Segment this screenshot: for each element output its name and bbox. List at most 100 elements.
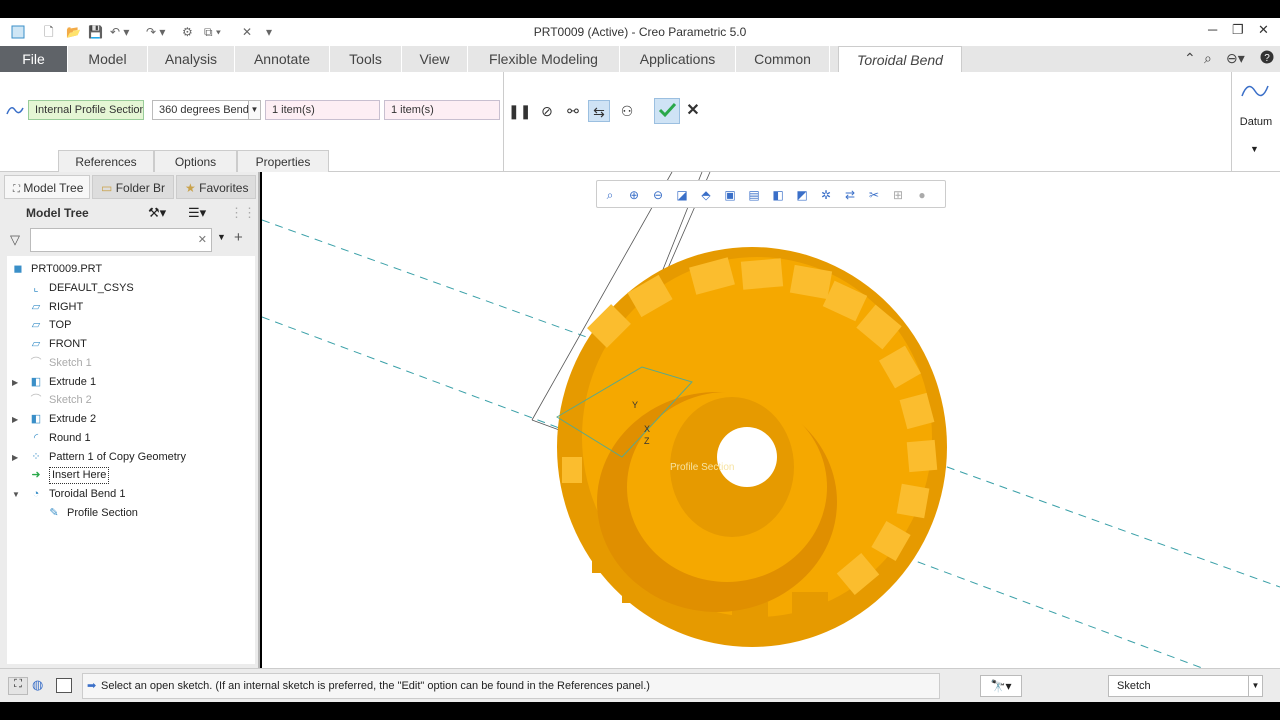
- tab-annotate[interactable]: Annotate: [235, 46, 330, 72]
- extrude-icon: ◧: [30, 375, 42, 388]
- pause-icon[interactable]: ❚❚: [508, 100, 531, 122]
- chevron-down-icon[interactable]: ▼: [1248, 676, 1262, 696]
- tree-item-label: Insert Here: [49, 467, 110, 485]
- tree-item-label: Pattern 1 of Copy Geometry: [49, 450, 186, 463]
- tab-flexible-modeling[interactable]: Flexible Modeling: [468, 46, 620, 72]
- axis-label-z: Z: [644, 436, 650, 446]
- collapse-ribbon-icon[interactable]: ⌃: [1184, 50, 1196, 67]
- minimize-icon[interactable]: ─: [1208, 22, 1217, 37]
- tab-applications[interactable]: Applications: [620, 46, 736, 72]
- display-style-icon[interactable]: ▣: [721, 186, 739, 204]
- tab-folder-browser-label: Folder Br: [115, 181, 166, 195]
- full-screen-icon[interactable]: [56, 678, 72, 693]
- view-manager-icon[interactable]: ◧: [769, 186, 787, 204]
- confirm-icon[interactable]: [654, 98, 680, 124]
- annotation-icon[interactable]: ⊞: [889, 186, 907, 204]
- datum-plane-icon: ▱: [31, 319, 41, 332]
- tab-common[interactable]: Common: [736, 46, 830, 72]
- glasses-icon[interactable]: ⚇: [616, 100, 638, 122]
- window-title: PRT0009 (Active) - Creo Parametric 5.0: [533, 25, 747, 39]
- chevron-down-icon[interactable]: ▼: [248, 101, 260, 119]
- tree-item-label: DEFAULT_CSYS: [49, 281, 134, 294]
- bend-angle-select[interactable]: 360 degrees Bend ▼: [152, 100, 261, 120]
- clear-icon[interactable]: ✕: [198, 233, 207, 246]
- tree-item-label: Extrude 1: [49, 375, 97, 388]
- tab-favorites[interactable]: ★ Favorites: [176, 175, 256, 199]
- help-icon[interactable]: ⊖▾: [1226, 50, 1245, 67]
- no-preview-icon[interactable]: ⊘: [536, 100, 558, 122]
- zoom-in-icon[interactable]: ⊕: [625, 186, 643, 204]
- feature-dashboard: Internal Profile Section 360 degrees Ben…: [0, 72, 1280, 172]
- screen-bottom-bar: [0, 702, 1280, 720]
- zoom-out-icon[interactable]: ⊖: [649, 186, 667, 204]
- tab-tools[interactable]: Tools: [330, 46, 402, 72]
- search-input[interactable]: ✕: [30, 228, 212, 252]
- find-icon[interactable]: 🔭▾: [980, 675, 1022, 697]
- appearance-icon[interactable]: ●: [913, 186, 931, 204]
- datum-plane-icon: ▱: [31, 300, 41, 313]
- collapse-icon[interactable]: ▼: [12, 485, 20, 504]
- browser-toggle-icon[interactable]: ◍: [32, 677, 43, 693]
- tab-view[interactable]: View: [402, 46, 468, 72]
- filter-icon[interactable]: ▽: [10, 232, 20, 248]
- section-icon[interactable]: ◩: [793, 186, 811, 204]
- ribbon-tabs: File Model Analysis Annotate Tools View …: [0, 46, 1280, 73]
- restore-icon[interactable]: ❐: [1232, 22, 1244, 38]
- axis-label-x: X: [644, 424, 650, 434]
- datum-label[interactable]: Datum: [1238, 116, 1274, 128]
- refit-icon[interactable]: ⌕: [601, 186, 619, 204]
- chevron-down-icon[interactable]: ▼: [1250, 144, 1259, 154]
- insert-arrow-icon: ➜: [31, 469, 41, 482]
- annotation-display-icon[interactable]: ⇄: [841, 186, 859, 204]
- tab-toroidal-bend[interactable]: Toroidal Bend: [838, 46, 962, 73]
- chevron-down-icon[interactable]: ▼: [217, 232, 226, 242]
- subtab-properties[interactable]: Properties: [237, 150, 329, 172]
- screen-top-bar: [0, 0, 1280, 18]
- profile-section-annotation: Profile Section: [670, 462, 734, 473]
- extrude-icon: ◧: [30, 413, 42, 425]
- expand-icon[interactable]: ▶: [12, 410, 18, 429]
- profile-type-select[interactable]: Internal Profile Section: [28, 100, 144, 120]
- tree-item-label: Sketch 2: [49, 394, 92, 407]
- spin-center-icon[interactable]: ✂: [865, 186, 883, 204]
- tab-folder-browser[interactable]: ▭ Folder Br: [92, 175, 174, 199]
- datum-display-icon[interactable]: ✲: [817, 186, 835, 204]
- expand-icon[interactable]: ▶: [12, 448, 18, 467]
- svg-text:?: ?: [1264, 53, 1270, 64]
- graphics-area[interactable]: Profile Section Y X Z ⌕ ⊕ ⊖ ◪ ⬘ ▣ ▤ ◧ ◩ …: [262, 172, 1280, 668]
- saved-orientations-icon[interactable]: ▤: [745, 186, 763, 204]
- close-icon[interactable]: ✕: [1258, 22, 1269, 38]
- selection-filter-select[interactable]: Sketch ▼: [1108, 675, 1263, 697]
- search-icon[interactable]: ⌕: [1204, 50, 1212, 67]
- bend-angle-value: 360 degrees Bend: [159, 104, 249, 116]
- subtab-options[interactable]: Options: [154, 150, 237, 172]
- tree-item-label: Extrude 2: [49, 413, 97, 425]
- tab-favorites-label: Favorites: [199, 181, 249, 195]
- add-icon[interactable]: +: [234, 229, 243, 246]
- cancel-icon[interactable]: ✕: [682, 100, 704, 122]
- perspective-icon[interactable]: ⬘: [697, 186, 715, 204]
- expand-icon[interactable]: ▶: [12, 373, 18, 392]
- tab-file[interactable]: File: [0, 46, 68, 72]
- tab-model-tree[interactable]: ⛶ Model Tree: [4, 175, 90, 199]
- reference-collector-1[interactable]: 1 item(s): [265, 100, 380, 120]
- preview-icon[interactable]: ⚯: [562, 100, 584, 122]
- navigator-toggle-icon[interactable]: ⛶: [8, 677, 28, 695]
- settings-icon[interactable]: ⚒▾: [148, 205, 166, 221]
- datum-icon[interactable]: [1240, 78, 1270, 107]
- tire-model: [557, 247, 947, 647]
- tab-model[interactable]: Model: [68, 46, 148, 72]
- show-icon[interactable]: ☰▾: [188, 205, 206, 221]
- repaint-icon[interactable]: ◪: [673, 186, 691, 204]
- tab-analysis[interactable]: Analysis: [148, 46, 235, 72]
- tree-columns-icon[interactable]: ⋮⋮: [230, 205, 256, 221]
- sketch-icon: ⌒: [30, 356, 42, 369]
- bend-type-icon: [6, 102, 24, 121]
- divider: [503, 72, 504, 172]
- verify-icon[interactable]: ⇆: [588, 100, 610, 122]
- help-question-icon[interactable]: ?: [1260, 50, 1274, 67]
- status-message: Select an open sketch. (If an internal s…: [101, 680, 650, 692]
- subtab-references[interactable]: References: [58, 150, 154, 172]
- prompt-arrow-icon: ➡: [87, 680, 97, 692]
- reference-collector-2[interactable]: 1 item(s): [384, 100, 500, 120]
